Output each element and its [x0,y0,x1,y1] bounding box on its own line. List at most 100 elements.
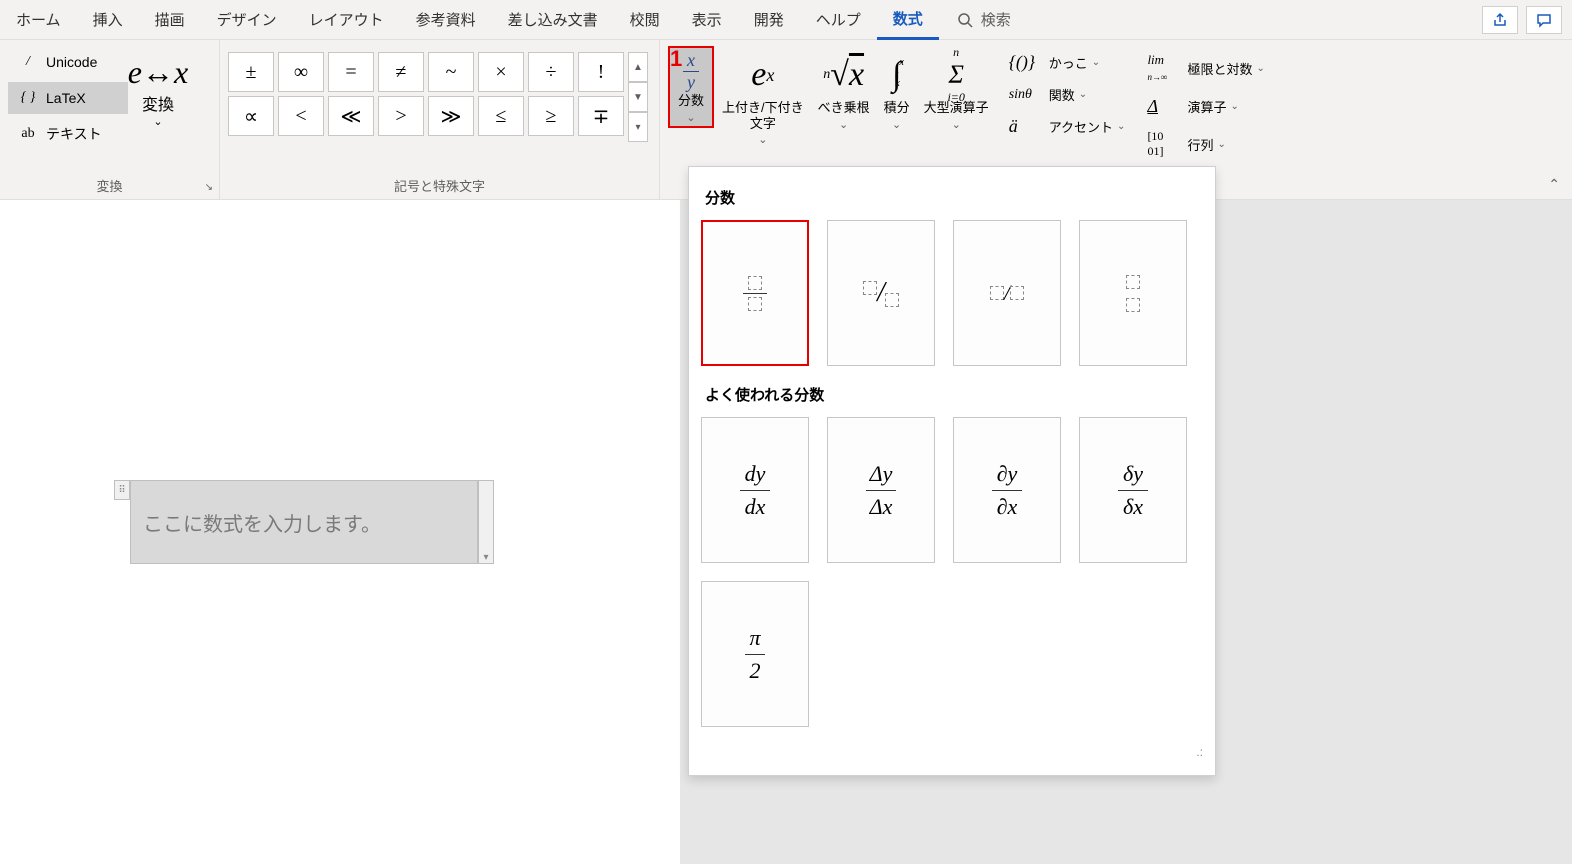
unicode-button[interactable]: / Unicode [8,46,128,78]
symbol-cell[interactable]: ≤ [478,96,524,136]
search-placeholder: 検索 [981,9,1011,30]
tab-draw[interactable]: 描画 [139,1,201,38]
share-icon [1492,12,1508,28]
function-icon: sinθ [1009,87,1049,103]
symbol-cell[interactable]: ≥ [528,96,574,136]
symbol-cell[interactable]: < [278,96,324,136]
unicode-label: Unicode [46,54,97,70]
integral-icon: ∫x-x [892,50,901,100]
function-button[interactable]: sinθ 関数 ⌄ [1005,83,1130,106]
fraction-skewed[interactable]: / [827,220,935,366]
tab-equation[interactable]: 数式 [877,0,939,40]
symbols-expand[interactable]: ▾ [628,112,648,142]
chevron-down-icon: ⌄ [1217,139,1225,150]
latex-label: LaTeX [46,90,86,106]
chevron-down-icon: ⌄ [1092,57,1100,68]
tab-developer[interactable]: 開発 [738,1,800,38]
tab-help[interactable]: ヘルプ [800,1,877,38]
symbol-cell[interactable]: = [328,52,374,92]
group-convert-launcher[interactable]: ↘ [205,182,213,193]
limitlog-label: 極限と対数 [1187,59,1252,78]
symbol-cell[interactable]: ≫ [428,96,474,136]
integral-label: 積分 [884,100,910,116]
radical-label: べき乗根 [818,100,870,116]
accent-button[interactable]: ä アクセント ⌄ [1005,114,1130,139]
operator-button[interactable]: Δ 演算子 ⌄ [1143,94,1268,119]
symbol-cell[interactable]: > [378,96,424,136]
chevron-down-icon: ⌄ [952,118,961,131]
symbol-cell[interactable]: ∞ [278,52,324,92]
symbol-cell[interactable]: ≠ [378,52,424,92]
tab-design[interactable]: デザイン [201,1,293,38]
chevron-down-icon: ⌄ [1079,89,1087,100]
gallery-resize-handle[interactable]: .: [701,745,1203,759]
limitlog-button[interactable]: limn→∞ 極限と対数 ⌄ [1143,50,1268,86]
symbol-cell[interactable]: ÷ [528,52,574,92]
tab-view[interactable]: 表示 [676,1,738,38]
accent-label: アクセント [1049,117,1113,136]
convert-icon: e↔︎x [128,54,188,91]
matrix-label: 行列 [1187,135,1213,154]
symbols-scroll-down[interactable]: ▼ [628,82,648,112]
fraction-smalldelta[interactable]: δyδx [1079,417,1187,563]
chevron-down-icon: ⌄ [153,115,162,128]
symbol-cell[interactable]: ± [228,52,274,92]
fraction-linear[interactable]: / [953,220,1061,366]
operator-label: 演算子 [1187,97,1226,116]
comment-icon [1536,12,1552,28]
ribbon-collapse-button[interactable]: ⌃ [1548,176,1560,193]
bracket-button[interactable]: {()} かっこ ⌄ [1005,50,1130,75]
symbols-grid: ± ∞ = ≠ ~ × ÷ ! ∝ < ≪ > ≫ ≤ ≥ ∓ [228,46,624,142]
tab-references[interactable]: 参考資料 [400,1,492,38]
text-label: テキスト [46,124,102,144]
limit-icon: limn→∞ [1147,52,1187,84]
largeop-label: 大型演算子 [924,100,989,116]
chevron-down-icon: ⌄ [1256,63,1264,74]
fraction-dydx[interactable]: dydx [701,417,809,563]
subscript-label: 上付き/下付き 文字 [722,100,804,131]
radical-button[interactable]: n√x べき乗根 ⌄ [812,46,876,131]
equation-move-handle[interactable]: ⠿ [114,480,130,500]
share-button[interactable] [1482,6,1518,34]
bracket-label: かっこ [1049,53,1088,72]
tab-layout[interactable]: レイアウト [293,1,400,38]
largeop-button[interactable]: nΣi=0 大型演算子 ⌄ [918,46,995,131]
group-symbols-label: 記号と特殊文字 [228,170,651,195]
search-icon [957,12,973,28]
fraction-gallery: 分数 / / よく使われる分数 dydx ΔyΔx ∂y∂x δyδx π2 [688,166,1216,776]
chevron-down-icon: ⌄ [1117,121,1125,132]
latex-button[interactable]: { } LaTeX [8,82,128,114]
tab-insert[interactable]: 挿入 [77,1,139,38]
group-symbols: ± ∞ = ≠ ~ × ÷ ! ∝ < ≪ > ≫ ≤ ≥ ∓ [220,40,660,199]
convert-button[interactable]: e↔︎x 変換 ⌄ [128,46,188,128]
text-button[interactable]: ab テキスト [8,118,128,150]
symbol-cell[interactable]: ! [578,52,624,92]
tab-review[interactable]: 校閲 [614,1,676,38]
symbol-cell[interactable]: ∓ [578,96,624,136]
integral-button[interactable]: ∫x-x 積分 ⌄ [878,46,916,131]
tab-mailings[interactable]: 差し込み文書 [492,1,614,38]
symbols-scroll-up[interactable]: ▲ [628,52,648,82]
symbol-cell[interactable]: ∝ [228,96,274,136]
subscript-icon: ex [751,50,774,100]
symbol-cell[interactable]: ≪ [328,96,374,136]
fraction-pi-over-2[interactable]: π2 [701,581,809,727]
slash-icon: / [16,54,40,70]
subscript-button[interactable]: ex 上付き/下付き 文字 ⌄ [716,46,810,146]
fraction-delta[interactable]: ΔyΔx [827,417,935,563]
equation-options-dropdown[interactable]: ▾ [478,480,494,564]
convert-label: 変換 [142,91,174,115]
fraction-partial[interactable]: ∂y∂x [953,417,1061,563]
symbol-cell[interactable]: ~ [428,52,474,92]
fraction-stacked[interactable] [701,220,809,366]
fraction-nobar[interactable] [1079,220,1187,366]
search-box[interactable]: 検索 [957,9,1011,30]
comments-button[interactable] [1526,6,1562,34]
tab-home[interactable]: ホーム [0,1,77,38]
fraction-label: 分数 [678,93,704,109]
function-label: 関数 [1049,85,1075,104]
group-convert-label: 変換 [8,170,211,195]
symbol-cell[interactable]: × [478,52,524,92]
matrix-button[interactable]: [1001] 行列 ⌄ [1143,127,1268,161]
equation-placeholder-box[interactable]: ここに数式を入力します。 [130,480,478,564]
